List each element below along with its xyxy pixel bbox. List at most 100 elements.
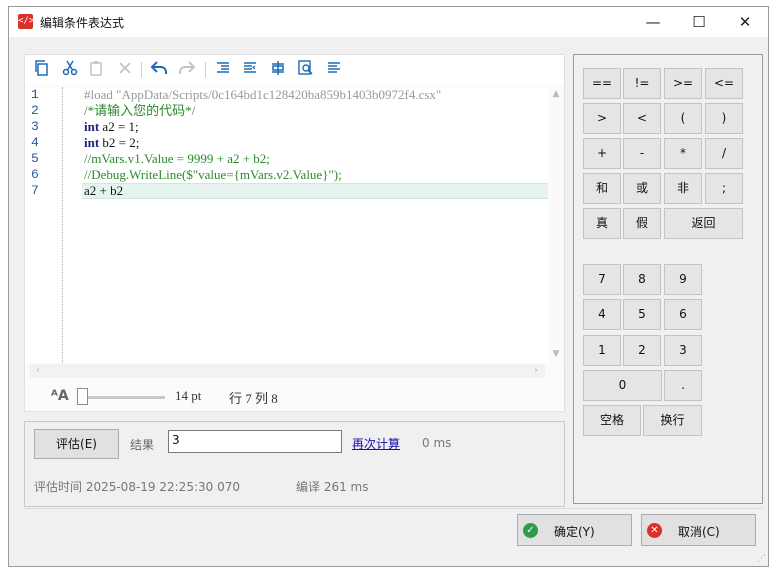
maximize-icon: ☐ (692, 13, 706, 31)
editor-status-bar: ᴬA 14 pt 行 7 列 8 (25, 382, 564, 411)
key-space[interactable]: 空格 (583, 405, 641, 436)
key-open-paren[interactable]: ( (664, 103, 702, 134)
check-icon: ✓ (523, 523, 538, 538)
key-semicolon[interactable]: ; (705, 173, 743, 204)
cancel-icon: ✕ (647, 523, 662, 538)
gutter-divider (62, 87, 63, 363)
result-field[interactable]: 3 (168, 430, 342, 453)
format-icon[interactable] (268, 60, 288, 80)
key-6[interactable]: 6 (664, 299, 702, 330)
minimize-button[interactable]: — (630, 7, 676, 37)
key-1[interactable]: 1 (583, 335, 621, 366)
maximize-button[interactable]: ☐ (676, 7, 722, 37)
indent-icon[interactable] (213, 60, 233, 80)
vertical-scrollbar[interactable]: ▲ ▼ (548, 87, 564, 363)
copy-icon[interactable] (32, 60, 52, 80)
window-title: 编辑条件表达式 (40, 16, 125, 30)
line-number: 2 (31, 103, 39, 118)
key-equal[interactable]: == (583, 68, 621, 99)
key-multiply[interactable]: * (664, 138, 702, 169)
redo-icon[interactable] (177, 60, 197, 80)
scroll-right-icon[interactable]: › (529, 364, 543, 378)
key-9[interactable]: 9 (664, 264, 702, 295)
key-and[interactable]: 和 (583, 173, 621, 204)
code-app-icon: </> (18, 14, 34, 29)
evaluate-panel: 评估(E) 结果 3 再次计算 0 ms 评估时间 2025-08-19 22:… (24, 421, 565, 507)
zoom-slider-thumb[interactable] (77, 388, 88, 405)
close-icon: ✕ (738, 13, 752, 31)
line-number: 7 (31, 183, 39, 198)
title-bar: </> 编辑条件表达式 — ☐ ✕ (9, 7, 768, 37)
line-number: 5 (31, 151, 39, 166)
resize-grip-icon[interactable]: ⋰ (757, 554, 766, 564)
key-close-paren[interactable]: ) (705, 103, 743, 134)
close-button[interactable]: ✕ (722, 7, 768, 37)
key-0[interactable]: 0 (583, 370, 662, 401)
scroll-down-icon[interactable]: ▼ (548, 349, 564, 359)
code-text: b2 = 2; (99, 135, 140, 150)
eval-duration: 0 ms (422, 436, 452, 450)
keyword: int (84, 119, 100, 134)
keyword: int (84, 135, 100, 150)
key-8[interactable]: 8 (623, 264, 661, 295)
align-icon[interactable] (324, 60, 344, 80)
outdent-icon[interactable] (240, 60, 260, 80)
cancel-button[interactable]: ✕ 取消(C) (641, 514, 756, 546)
key-return[interactable]: 返回 (664, 208, 743, 239)
key-minus[interactable]: - (623, 138, 661, 169)
code-line: int a2 = 1; (84, 119, 139, 135)
line-number: 3 (31, 119, 39, 134)
scroll-up-icon[interactable]: ▲ (548, 89, 564, 99)
delete-icon[interactable] (115, 60, 135, 80)
code-area[interactable]: 1 2 3 4 5 6 7 #load "AppData/Scripts/0c1… (25, 87, 564, 363)
toolbar-separator (141, 62, 142, 78)
key-false[interactable]: 假 (623, 208, 661, 239)
key-greater-equal[interactable]: >= (664, 68, 702, 99)
result-label: 结果 (130, 438, 155, 452)
key-or[interactable]: 或 (623, 173, 661, 204)
key-greater[interactable]: > (583, 103, 621, 134)
zoom-slider-track[interactable] (81, 396, 165, 399)
recalculate-link[interactable]: 再次计算 (352, 435, 400, 452)
cursor-position: 行 7 列 8 (229, 391, 278, 406)
zoom-value: 14 pt (175, 388, 202, 403)
current-line-highlight (82, 183, 548, 199)
find-icon[interactable] (296, 60, 316, 80)
key-true[interactable]: 真 (583, 208, 621, 239)
key-4[interactable]: 4 (583, 299, 621, 330)
code-line: /*请输入您的代码*/ (84, 103, 196, 118)
evaluate-timestamp: 评估时间 2025-08-19 22:25:30 070 (34, 480, 240, 494)
code-line: #load "AppData/Scripts/0c164bd1c128420ba… (84, 87, 442, 102)
line-number: 6 (31, 167, 39, 182)
evaluate-button[interactable]: 评估(E) (34, 429, 119, 459)
key-not-equal[interactable]: != (623, 68, 661, 99)
horizontal-scrollbar[interactable]: ‹ › (29, 364, 545, 378)
key-2[interactable]: 2 (623, 335, 661, 366)
paste-icon[interactable] (87, 60, 107, 80)
ok-button-label: 确定(Y) (554, 525, 595, 539)
key-divide[interactable]: / (705, 138, 743, 169)
toolbar-separator (205, 62, 206, 78)
undo-icon[interactable] (149, 60, 169, 80)
editor-toolbar (25, 55, 564, 85)
key-7[interactable]: 7 (583, 264, 621, 295)
scroll-left-icon[interactable]: ‹ (31, 364, 45, 378)
cut-icon[interactable] (60, 60, 80, 80)
edit-condition-dialog: </> 编辑条件表达式 — ☐ ✕ 1 2 3 4 5 6 7 #load "A… (8, 6, 769, 567)
key-5[interactable]: 5 (623, 299, 661, 330)
key-plus[interactable]: + (583, 138, 621, 169)
code-line: //Debug.WriteLine($"value={mVars.v2.Valu… (84, 167, 342, 182)
code-text: a2 = 1; (99, 119, 139, 134)
line-number: 4 (31, 135, 39, 150)
cancel-button-label: 取消(C) (678, 525, 720, 539)
ok-button[interactable]: ✓ 确定(Y) (517, 514, 632, 546)
font-size-icon: ᴬA (51, 388, 69, 404)
key-less-equal[interactable]: <= (705, 68, 743, 99)
key-not[interactable]: 非 (664, 173, 702, 204)
code-line: //mVars.v1.Value = 9999 + a2 + b2; (84, 151, 270, 166)
key-less[interactable]: < (623, 103, 661, 134)
key-newline[interactable]: 换行 (643, 405, 702, 436)
line-number: 1 (31, 87, 39, 102)
key-3[interactable]: 3 (664, 335, 702, 366)
key-dot[interactable]: . (664, 370, 702, 401)
